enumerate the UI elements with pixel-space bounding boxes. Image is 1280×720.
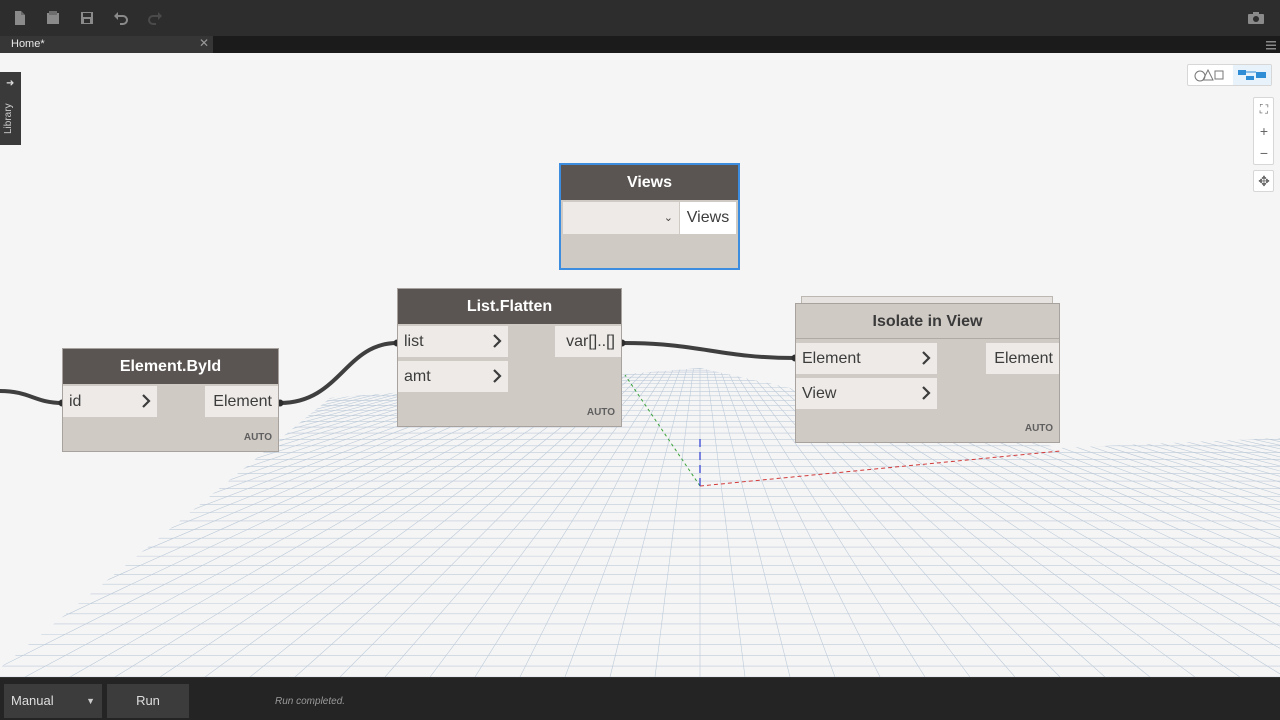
pan-icon[interactable]: ✥ bbox=[1254, 171, 1274, 191]
undo-icon[interactable] bbox=[111, 8, 131, 28]
node-title: List.Flatten bbox=[398, 289, 621, 324]
workspace-tab-strip: Home* ✕ bbox=[0, 36, 1280, 53]
dynamo-window: Home* ✕ ➜ Library ⛶ + − ✥ Views ⌄ Views … bbox=[0, 0, 1280, 720]
lacing-label: AUTO bbox=[586, 407, 615, 418]
wire-input-to-element-byid bbox=[0, 389, 63, 405]
node-element-byid[interactable]: Element.ById id Element AUTO bbox=[62, 348, 279, 452]
zoom-controls: ⛶ + − bbox=[1253, 97, 1274, 165]
node-title: Element.ById bbox=[63, 349, 278, 384]
graph-view-icon[interactable] bbox=[1233, 65, 1271, 85]
chevron-right-icon bbox=[142, 394, 151, 408]
lacing-label: AUTO bbox=[1024, 423, 1053, 434]
run-bar: Manual ▼ Run Run completed. bbox=[0, 677, 1280, 720]
top-toolbar bbox=[0, 0, 1280, 36]
input-port-amt[interactable]: amt bbox=[398, 361, 508, 392]
node-title: Isolate in View bbox=[796, 304, 1059, 339]
zoom-out-icon[interactable]: − bbox=[1254, 142, 1274, 164]
zoom-to-fit-icon[interactable]: ⛶ bbox=[1254, 98, 1274, 120]
input-port-view[interactable]: View bbox=[796, 378, 937, 409]
run-status: Run completed. bbox=[275, 696, 346, 707]
chevron-right-icon bbox=[493, 334, 502, 348]
background-preview-icon[interactable] bbox=[1190, 66, 1230, 84]
lacing-label: AUTO bbox=[243, 432, 272, 443]
node-list-flatten[interactable]: List.Flatten list amt var[]..[] AUTO bbox=[397, 288, 622, 427]
close-icon[interactable]: ✕ bbox=[199, 36, 209, 51]
run-mode-dropdown[interactable]: Manual ▼ bbox=[4, 684, 102, 718]
camera-icon[interactable] bbox=[1246, 8, 1266, 28]
tab-home[interactable]: Home* ✕ bbox=[0, 36, 213, 53]
port-label: id bbox=[69, 393, 82, 410]
chevron-right-icon bbox=[922, 351, 931, 365]
views-dropdown[interactable]: ⌄ bbox=[563, 202, 679, 234]
wire-element-byid-to-list-flatten bbox=[279, 341, 398, 405]
menu-icon[interactable] bbox=[1266, 38, 1276, 50]
run-mode-value: Manual bbox=[11, 693, 54, 708]
pan-control: ✥ bbox=[1253, 170, 1274, 192]
new-file-icon[interactable] bbox=[10, 8, 30, 28]
save-icon[interactable] bbox=[77, 8, 97, 28]
open-folder-icon[interactable] bbox=[43, 8, 63, 28]
library-tab[interactable]: ➜ Library bbox=[0, 72, 21, 145]
port-label: View bbox=[802, 385, 837, 402]
output-port-element[interactable]: Element bbox=[986, 343, 1059, 374]
input-port-list[interactable]: list bbox=[398, 326, 508, 357]
node-isolate-in-view[interactable]: Isolate in View Element View Element AUT… bbox=[795, 303, 1060, 443]
input-port-element[interactable]: Element bbox=[796, 343, 937, 374]
output-port-var[interactable]: var[]..[] bbox=[555, 326, 621, 357]
zoom-in-icon[interactable]: + bbox=[1254, 120, 1274, 142]
chevron-down-icon: ⌄ bbox=[663, 212, 673, 224]
output-port-element[interactable]: Element bbox=[205, 386, 278, 417]
port-label: amt bbox=[404, 368, 431, 385]
run-button[interactable]: Run bbox=[107, 684, 189, 718]
port-label: list bbox=[404, 333, 424, 350]
caret-down-icon: ▼ bbox=[86, 696, 95, 706]
workspace-canvas[interactable]: ➜ Library ⛶ + − ✥ Views ⌄ Views List.Fla… bbox=[0, 53, 1280, 677]
arrow-right-icon: ➜ bbox=[6, 78, 15, 89]
node-title: Views bbox=[561, 165, 738, 200]
chevron-right-icon bbox=[493, 369, 502, 383]
output-port-views[interactable]: Views bbox=[680, 202, 736, 234]
wire-list-flatten-to-isolate bbox=[621, 341, 796, 360]
library-label: Library bbox=[3, 103, 14, 134]
tab-home-label: Home* bbox=[11, 38, 45, 50]
redo-icon[interactable] bbox=[145, 8, 165, 28]
port-label: Element bbox=[802, 350, 861, 367]
chevron-right-icon bbox=[922, 386, 931, 400]
node-views[interactable]: Views ⌄ Views bbox=[559, 163, 740, 270]
input-port-id[interactable]: id bbox=[63, 386, 157, 417]
view-mode-toggle bbox=[1187, 64, 1272, 86]
